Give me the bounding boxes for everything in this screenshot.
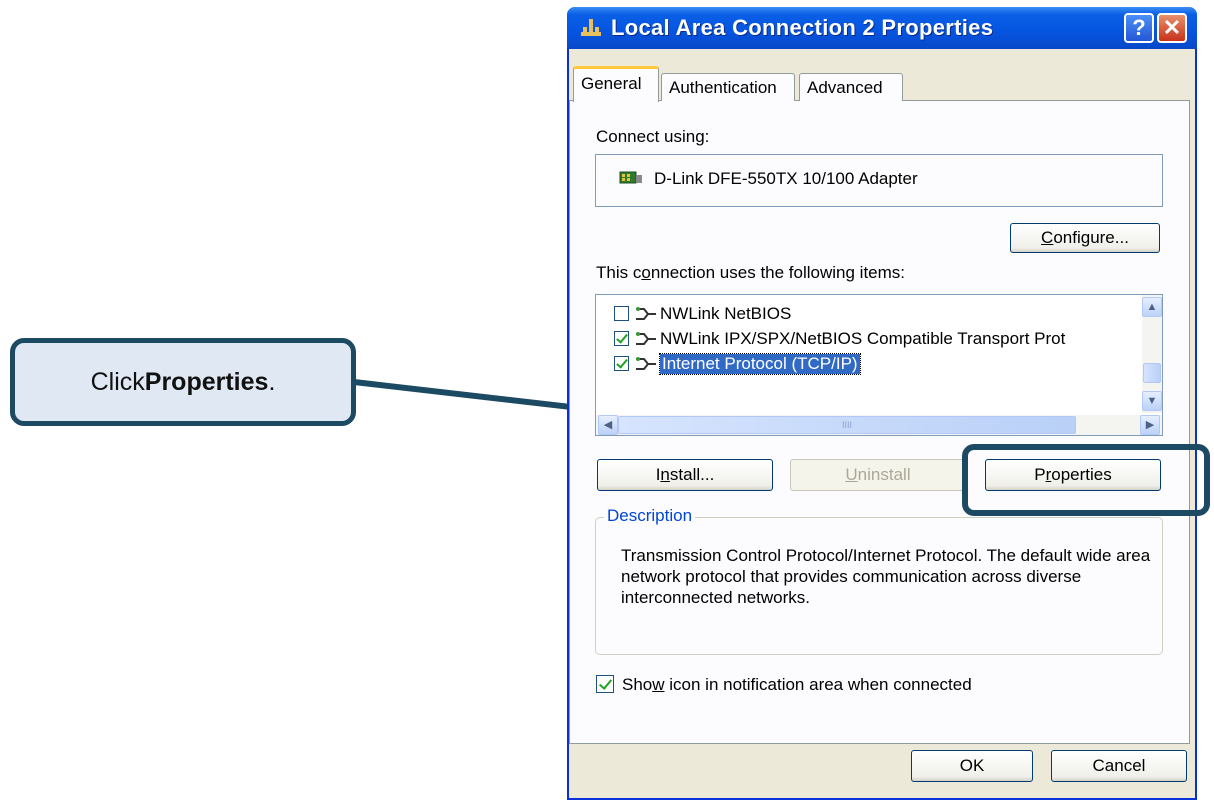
show-icon-checkbox[interactable] <box>596 675 614 693</box>
scroll-down-button[interactable]: ▼ <box>1142 391 1162 411</box>
protocol-icon <box>636 332 656 345</box>
tab-general-label: General <box>581 74 642 93</box>
items-label-pre: This c <box>596 263 642 282</box>
scroll-left-button[interactable]: ◀ <box>598 415 618 435</box>
callout-bold-text: Properties <box>144 367 269 396</box>
connect-using-label: Connect using: <box>596 127 710 146</box>
horizontal-scrollbar[interactable]: ◀ IIII ▶ <box>596 415 1162 435</box>
vertical-scroll-thumb[interactable] <box>1143 363 1161 383</box>
install-label-post: stall... <box>669 465 715 484</box>
close-button[interactable]: ✕ <box>1157 13 1187 43</box>
adapter-display: D-Link DFE-550TX 10/100 Adapter <box>595 154 1163 207</box>
item-checkbox-tcpip[interactable] <box>614 356 629 371</box>
cancel-button[interactable]: Cancel <box>1051 750 1187 782</box>
properties-button[interactable]: Properties <box>985 459 1161 491</box>
configure-button[interactable]: Configure... <box>1010 223 1160 253</box>
scroll-up-button[interactable]: ▲ <box>1142 297 1162 317</box>
tab-general[interactable]: General <box>573 66 659 102</box>
configure-label-mnemonic: C <box>1041 228 1054 247</box>
tab-authentication-label: Authentication <box>669 78 777 97</box>
window-title: Local Area Connection 2 Properties <box>611 15 994 40</box>
uninstall-label-post: ninstall <box>857 465 911 484</box>
tab-authentication[interactable]: Authentication <box>661 73 795 101</box>
instruction-callout: Click Properties. <box>10 338 356 426</box>
install-label-mnemonic: n <box>660 465 670 484</box>
item-checkbox-nwlink-netbios[interactable] <box>614 306 629 321</box>
tab-advanced[interactable]: Advanced <box>799 73 903 101</box>
callout-suffix: . <box>268 367 276 396</box>
item-label: NWLink NetBIOS <box>660 304 792 323</box>
properties-label-post: operties <box>1051 465 1112 484</box>
item-label: NWLink IPX/SPX/NetBIOS Compatible Transp… <box>660 329 1066 348</box>
show-icon-label-pre: Sho <box>622 675 653 694</box>
description-legend: Description <box>604 506 696 526</box>
protocol-icon <box>636 307 656 320</box>
properties-label-pre: P <box>1034 465 1046 484</box>
network-connection-icon <box>581 19 601 36</box>
item-label-selected: Internet Protocol (TCP/IP) <box>659 353 861 375</box>
tab-advanced-label: Advanced <box>807 78 883 97</box>
adapter-name: D-Link DFE-550TX 10/100 Adapter <box>654 169 918 188</box>
uninstall-label-mnemonic: U <box>845 465 858 484</box>
show-icon-label[interactable]: Show icon in notification area when conn… <box>622 675 972 695</box>
network-adapter-icon <box>619 171 642 184</box>
title-bar[interactable]: Local Area Connection 2 Properties ? ✕ <box>567 7 1197 49</box>
show-icon-label-mnemonic: w <box>652 675 665 694</box>
items-label: This connection uses the following items… <box>596 263 905 283</box>
description-text: Transmission Control Protocol/Internet P… <box>621 546 1151 607</box>
scroll-right-button[interactable]: ▶ <box>1140 415 1160 435</box>
description-group: Description Transmission Control Protoco… <box>595 506 1163 655</box>
help-button[interactable]: ? <box>1124 13 1154 43</box>
components-list[interactable]: NWLink NetBIOS NWLink IPX/SPX/NetBIOS Co… <box>595 294 1163 436</box>
callout-prefix: Click <box>90 367 145 396</box>
install-button[interactable]: Install... <box>597 459 773 491</box>
show-icon-label-post: icon in notification area when connected <box>664 675 972 694</box>
ok-button[interactable]: OK <box>911 750 1033 782</box>
items-label-mnemonic: o <box>641 263 651 282</box>
items-label-post: nnection uses the following items: <box>650 263 906 282</box>
item-checkbox-nwlink-ipx[interactable] <box>614 331 629 346</box>
configure-label-post: onfigure... <box>1053 228 1129 247</box>
protocol-icon <box>636 357 656 370</box>
horizontal-scroll-thumb[interactable]: IIII <box>618 416 1076 434</box>
uninstall-button[interactable]: Uninstall <box>790 459 966 491</box>
vertical-scrollbar[interactable]: ▲ ▼ <box>1142 295 1162 413</box>
